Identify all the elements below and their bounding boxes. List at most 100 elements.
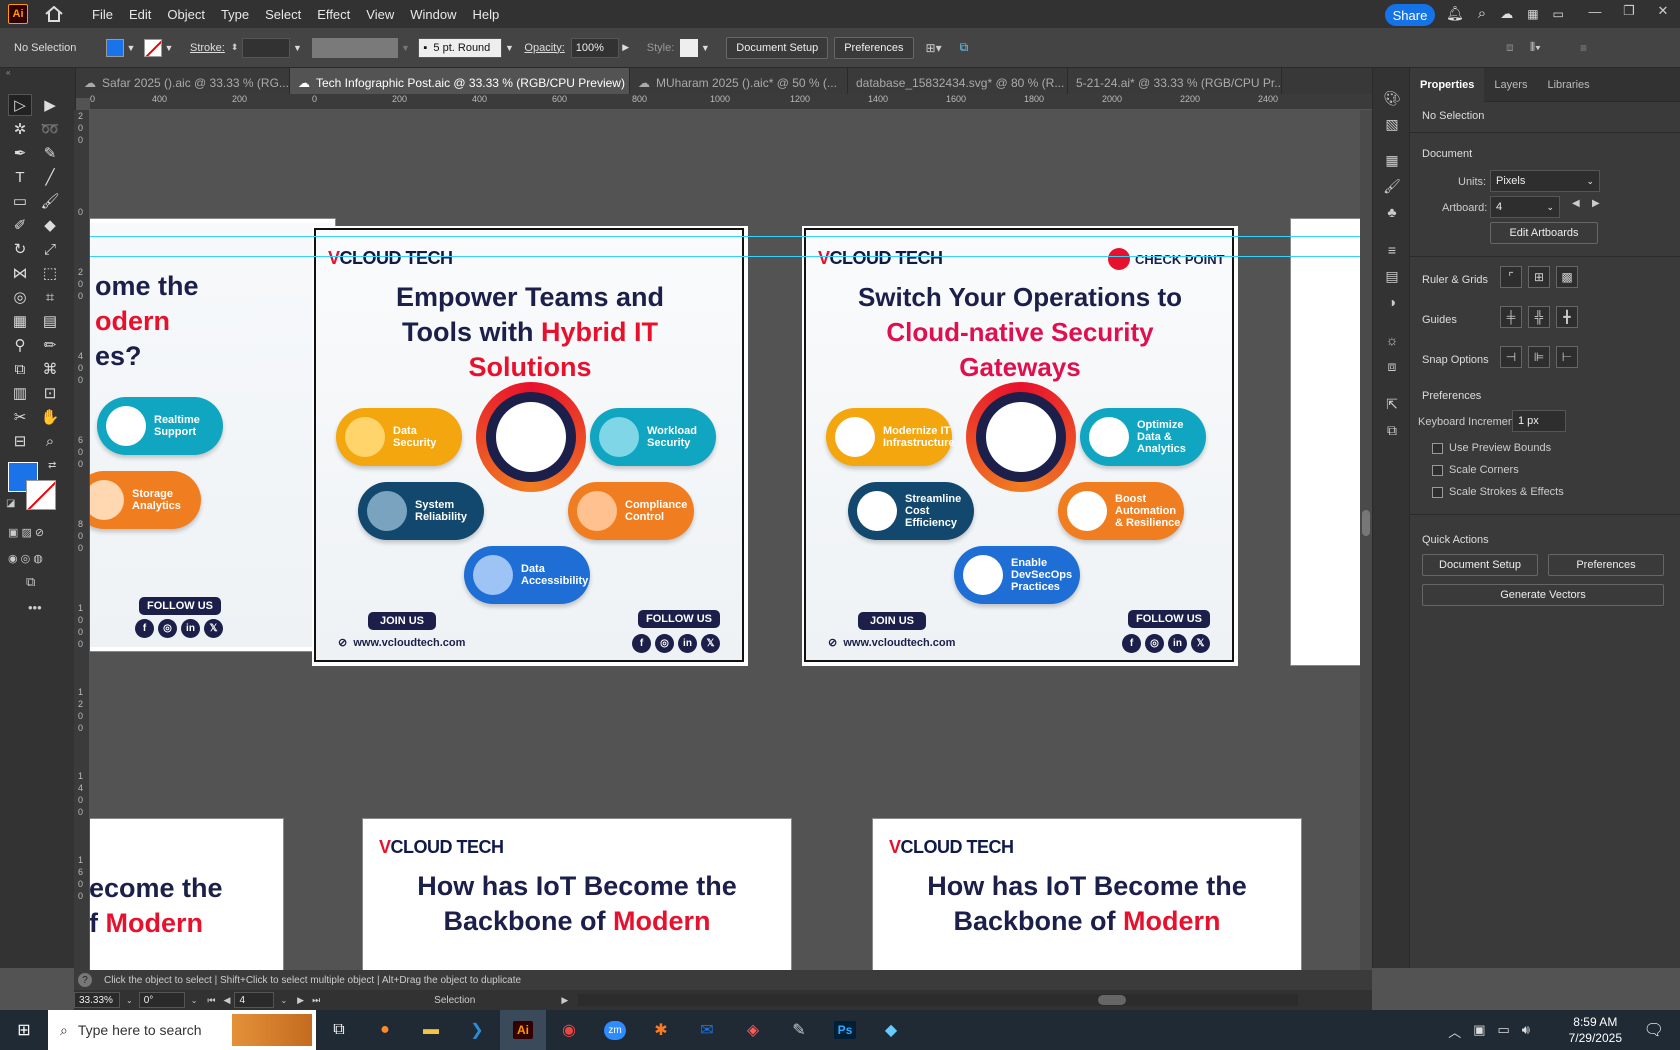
distribute-icon[interactable]: ⫴▾ (1530, 40, 1541, 55)
guide-line[interactable] (90, 256, 1372, 257)
outlook-icon[interactable]: ✉ (684, 1010, 730, 1050)
checkbox-box[interactable] (1432, 486, 1443, 498)
variable-width-field[interactable] (312, 37, 399, 58)
snap-point-icon[interactable]: ⊣ (1500, 346, 1522, 368)
generate-vectors-button[interactable]: Generate Vectors (1422, 584, 1664, 606)
keyboard-increment-input[interactable]: 1 px (1512, 410, 1566, 432)
preferences-button[interactable]: Preferences (1548, 554, 1664, 576)
export-icon[interactable]: ⇱ (1382, 394, 1402, 414)
artboard[interactable]: ome the odern es? Realtime Support Storage… (90, 218, 336, 652)
direct-selection-tool-icon[interactable]: ▶ (38, 94, 62, 116)
chevron-right-icon[interactable]: ▶ (619, 42, 633, 53)
close-icon[interactable]: ✕ (1646, 0, 1680, 22)
ruler-icon[interactable]: ⌜ (1500, 266, 1522, 288)
mesh-tool-icon[interactable]: ▦ (8, 310, 32, 332)
panel-icon[interactable]: ▭ (1553, 7, 1564, 21)
curvature-icon[interactable]: ✎ (38, 142, 62, 164)
cloud-icon[interactable]: ☁︎ (1500, 6, 1513, 22)
tab-layers[interactable]: Layers (1484, 68, 1537, 102)
opacity-input[interactable]: 100% (570, 37, 619, 58)
brush-definition[interactable]: ▪ 5 pt. Round (418, 37, 503, 58)
tab-properties[interactable]: Properties (1410, 67, 1485, 102)
last-artboard-icon[interactable]: ⏭ (312, 995, 320, 1006)
scale-strokes-checkbox[interactable]: Scale Strokes & Effects (1432, 486, 1564, 498)
type-tool-icon[interactable]: T (8, 166, 32, 188)
workspace-icon[interactable]: ▦ (1527, 7, 1538, 21)
menu-type[interactable]: Type (213, 7, 257, 22)
preferences-button[interactable]: Preferences (834, 36, 914, 59)
default-colors-icon[interactable]: ◪ (6, 498, 15, 509)
rotate-tool-icon[interactable]: ↻ (8, 238, 32, 260)
vertical-scrollbar[interactable] (1360, 110, 1372, 970)
menu-file[interactable]: File (84, 7, 121, 22)
grid-icon[interactable]: ⊞ (1528, 266, 1550, 288)
illustrator-icon[interactable]: Ai (500, 1010, 546, 1050)
help-icon[interactable]: ? (78, 973, 92, 987)
appearance-icon[interactable]: ☼ (1382, 330, 1402, 350)
show-guides-icon[interactable]: ╪ (1500, 306, 1522, 328)
zoom-input[interactable]: 33.33% (74, 992, 120, 1008)
tab-libraries[interactable]: Libraries (1537, 68, 1599, 102)
stroke-color-box[interactable] (26, 480, 56, 510)
transparency-grid-icon[interactable]: ▩ (1556, 266, 1578, 288)
zoom-tool-icon[interactable]: ⌕ (38, 430, 62, 452)
stepper-icon[interactable]: ⬍ (231, 42, 239, 53)
menu-effect[interactable]: Effect (309, 7, 358, 22)
rotation-input[interactable]: 0° (138, 992, 185, 1008)
screen-mode-icon[interactable]: ⧉ (26, 574, 35, 590)
chevron-down-icon[interactable]: ▼ (698, 43, 712, 53)
guide-line[interactable] (90, 236, 1372, 237)
minimize-icon[interactable]: — (1578, 0, 1612, 22)
swap-icon[interactable]: ⇄ (48, 460, 56, 471)
artboard-select[interactable]: 4 ⌄ (1490, 196, 1560, 218)
first-artboard-icon[interactable]: ⏮ (207, 995, 215, 1006)
menu-object[interactable]: Object (159, 7, 213, 22)
magic-wand-icon[interactable]: ✲ (8, 118, 32, 140)
selection-tool-icon[interactable]: ▷ (8, 94, 32, 116)
swatches-icon[interactable]: ▦ (1382, 150, 1402, 170)
restore-icon[interactable]: ❐ (1612, 0, 1646, 22)
menu-icon[interactable]: ≡ (1580, 41, 1587, 55)
color-icon[interactable]: 🎨︎ (1382, 88, 1402, 108)
artboard-hybrid-it[interactable]: VCLOUD TECH Empower Teams and Tools with … (312, 226, 748, 666)
chevron-down-icon[interactable]: ⌄ (191, 996, 198, 1005)
lasso-icon[interactable]: ➿ (38, 118, 62, 140)
brushes-icon[interactable]: 🖌︎ (1382, 176, 1402, 196)
more-tools-icon[interactable]: ••• (28, 600, 42, 615)
blend-tool-icon[interactable]: ⧉ (8, 358, 32, 380)
notification-icon[interactable]: 🗨︎ (1644, 1020, 1664, 1040)
symbol-sprayer-icon[interactable]: ⌘ (38, 358, 62, 380)
scale-corners-checkbox[interactable]: Scale Corners (1432, 464, 1519, 476)
checkbox-box[interactable] (1432, 464, 1443, 476)
rectangle-tool-icon[interactable]: ▭ (8, 190, 32, 212)
prev-artboard-icon[interactable]: ◀ (224, 995, 231, 1006)
align-icon[interactable]: ⊞▾ (926, 41, 942, 55)
app-icon[interactable]: ◆ (868, 1010, 914, 1050)
smart-guides-icon[interactable]: ╋ (1556, 306, 1578, 328)
eraser-icon[interactable]: ◆ (38, 214, 62, 236)
zoom-icon[interactable]: zm (592, 1010, 638, 1050)
horizontal-ruler[interactable]: 0 400 200 0 200 400 600 800 1000 1200 14… (90, 94, 1372, 110)
pen-tool-icon[interactable]: ✒ (8, 142, 32, 164)
photoshop-icon[interactable]: Ps (822, 1010, 868, 1050)
shape-builder-icon[interactable]: ◎ (8, 286, 32, 308)
lock-guides-icon[interactable]: ╬ (1528, 306, 1550, 328)
chevron-down-icon[interactable]: ▼ (290, 43, 304, 53)
chevron-down-icon[interactable]: ▼ (502, 43, 516, 53)
stroke-panel-icon[interactable]: ≡ (1382, 240, 1402, 260)
display-icon[interactable]: ▣ (1473, 1022, 1485, 1041)
recolor-icon[interactable]: ⧉ (960, 40, 969, 55)
menu-window[interactable]: Window (402, 7, 464, 22)
width-tool-icon[interactable]: ⋈ (8, 262, 32, 284)
scale-tool-icon[interactable]: ⤢ (38, 238, 62, 260)
perspective-icon[interactable]: ⊟ (8, 430, 32, 452)
symbols-icon[interactable]: ♣ (1382, 202, 1402, 222)
pathfinder-icon[interactable]: ⧉ (1382, 420, 1402, 440)
network-icon[interactable]: ▭ (1498, 1022, 1510, 1041)
live-paint-icon[interactable]: ⌗ (38, 286, 62, 308)
firefox-icon[interactable]: ● (362, 1010, 408, 1050)
color-mode-icon[interactable]: ▣ ▨ ⊘ (8, 526, 44, 539)
draw-mode-icon[interactable]: ◉ ◎ ◍ (8, 552, 43, 565)
clock[interactable]: 8:59 AM 7/29/2025 (1569, 1014, 1622, 1046)
menu-help[interactable]: Help (464, 7, 507, 22)
